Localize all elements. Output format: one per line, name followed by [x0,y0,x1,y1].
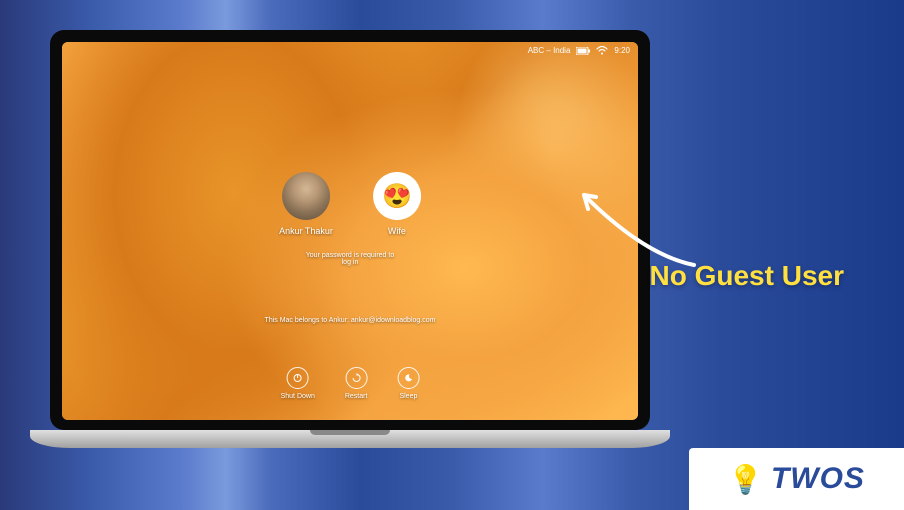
user-accounts-row: Ankur Thakur 😍 Wife [279,172,421,236]
avatar [282,172,330,220]
user-name-label: Ankur Thakur [279,226,333,236]
screen-bezel: ABC – India 9:20 Ankur Thakur 😍 Wife [50,30,650,430]
password-prompt: Your password is required to log in [306,252,394,266]
laptop-base [30,430,670,448]
user-account-wife[interactable]: 😍 Wife [373,172,421,236]
power-icon [287,367,309,389]
button-label: Restart [345,393,368,400]
menu-bar: ABC – India 9:20 [528,46,630,55]
input-source-label[interactable]: ABC – India [528,46,571,55]
logo-text: TWOS [771,462,865,496]
battery-icon[interactable] [576,47,590,55]
owner-info-line: This Mac belongs to Ankur: ankur@idownlo… [265,317,436,324]
annotation-text: No Guest User [650,260,845,292]
user-name-label: Wife [388,226,406,236]
wifi-icon[interactable] [596,46,608,55]
lightbulb-icon: 💡 [728,463,763,496]
logo-badge: 💡 TWOS [689,448,904,510]
restart-icon [345,367,367,389]
button-label: Sleep [399,393,417,400]
shut-down-button[interactable]: Shut Down [281,367,315,400]
sleep-button[interactable]: Sleep [397,367,419,400]
button-label: Shut Down [281,393,315,400]
sleep-icon [397,367,419,389]
display-notch [310,30,390,42]
restart-button[interactable]: Restart [345,367,368,400]
laptop-frame: ABC – India 9:20 Ankur Thakur 😍 Wife [50,30,650,470]
system-buttons-row: Shut Down Restart Sleep [281,367,420,400]
user-account-ankur[interactable]: Ankur Thakur [279,172,333,236]
menubar-time[interactable]: 9:20 [614,46,630,55]
avatar: 😍 [373,172,421,220]
login-screen: ABC – India 9:20 Ankur Thakur 😍 Wife [62,42,638,420]
